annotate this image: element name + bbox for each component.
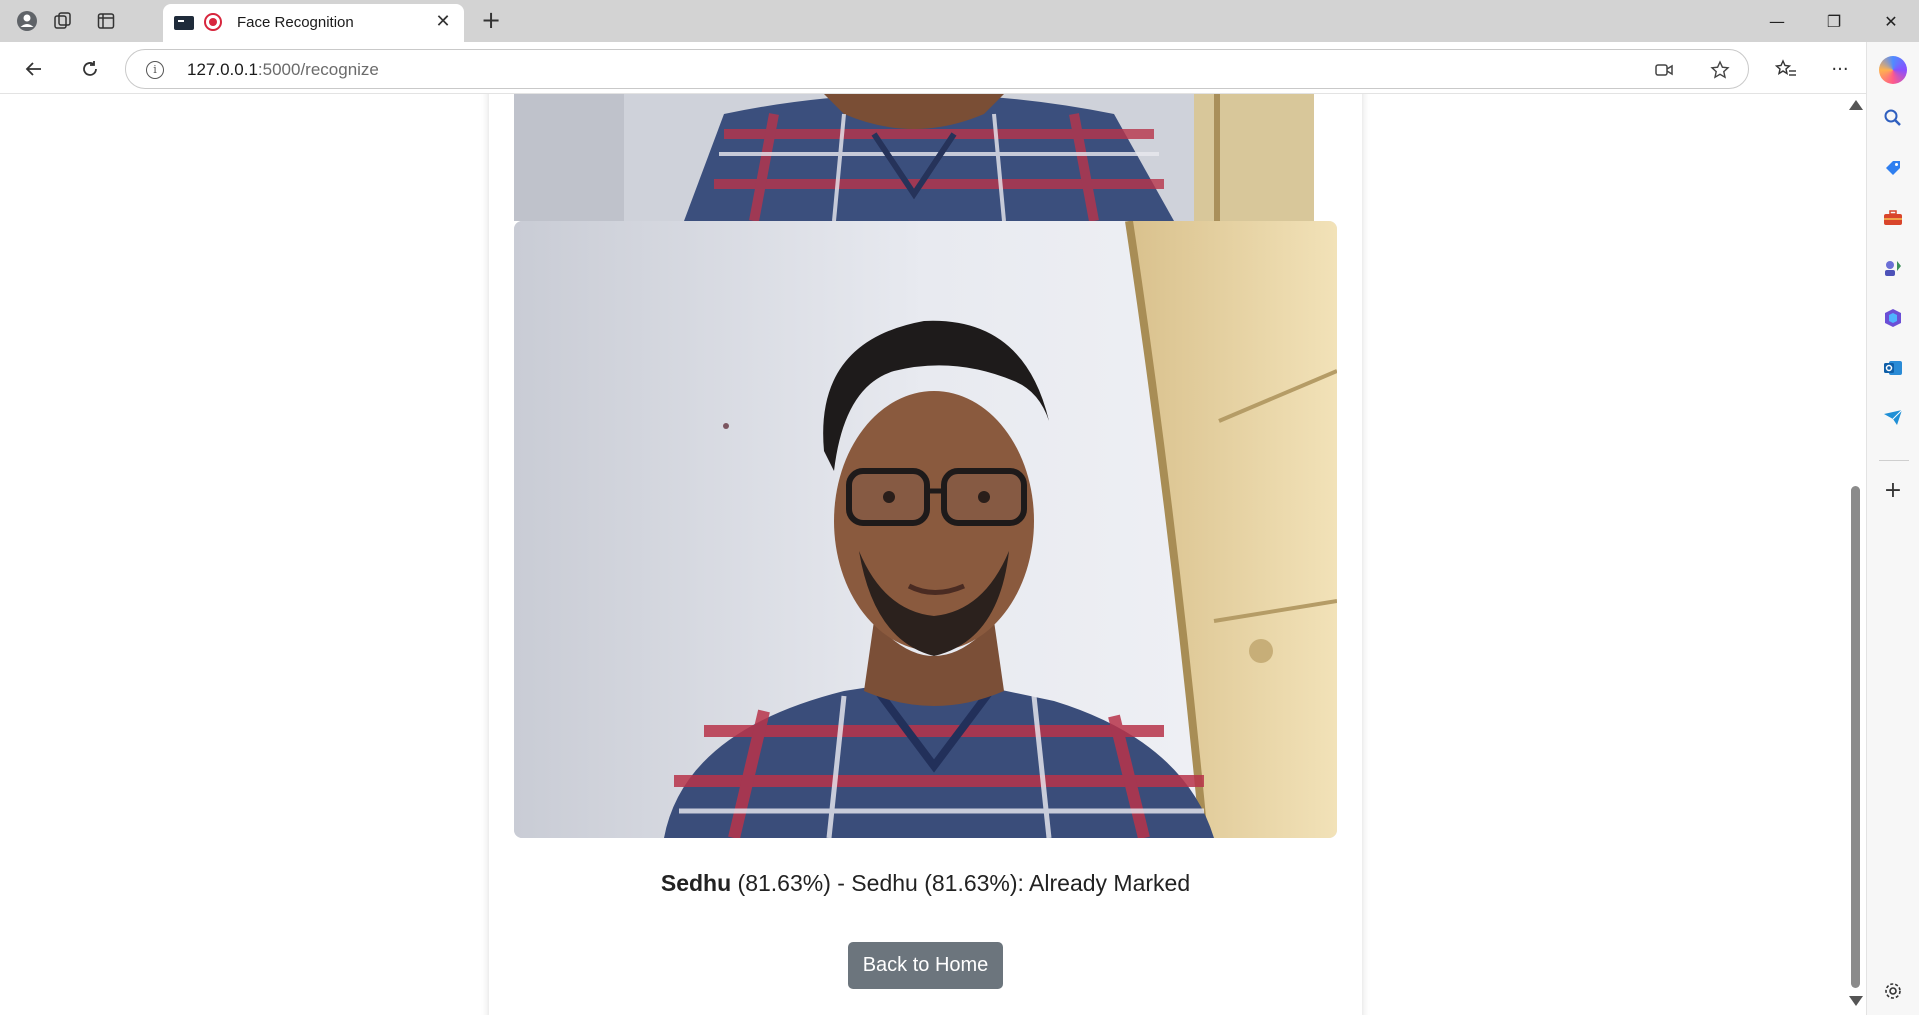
scrollbar-thumb[interactable] (1851, 486, 1860, 988)
outlook-icon[interactable] (1879, 354, 1907, 382)
edge-sidebar: + (1866, 42, 1919, 1015)
office-icon[interactable] (1879, 304, 1907, 332)
tag-icon[interactable] (1879, 154, 1907, 182)
tab-close-icon[interactable]: ✕ (432, 11, 454, 33)
captured-frame-previous (514, 94, 1314, 221)
favorites-icon[interactable] (1770, 53, 1802, 85)
camera-icon[interactable] (1652, 59, 1676, 81)
settings-icon[interactable] (1879, 977, 1907, 1005)
close-window-button[interactable]: ✕ (1863, 0, 1919, 42)
vertical-tabs-icon[interactable] (91, 6, 121, 36)
captured-frame-current (514, 221, 1337, 838)
url-text[interactable]: 127.0.0.1:5000/recognize (187, 60, 379, 80)
minimize-button[interactable]: — (1749, 0, 1805, 42)
games-icon[interactable] (1879, 254, 1907, 282)
add-icon[interactable]: + (1879, 476, 1907, 504)
recognition-detail: (81.63%) - Sedhu (81.63%): Already Marke… (731, 870, 1191, 896)
reload-icon[interactable] (74, 53, 106, 85)
address-bar[interactable]: i 127.0.0.1:5000/recognize (125, 49, 1749, 89)
browser-tab-bar: Face Recognition ✕ + — ❐ ✕ (0, 0, 1919, 42)
restore-button[interactable]: ❐ (1806, 0, 1862, 42)
workspaces-icon[interactable] (48, 6, 78, 36)
url-host: 127.0.0.1 (187, 60, 258, 79)
scroll-down-icon[interactable] (1849, 996, 1863, 1006)
sidebar-divider (1879, 460, 1909, 461)
back-arrow-icon[interactable] (18, 53, 50, 85)
url-path: :5000/recognize (257, 60, 379, 79)
recording-icon (204, 13, 222, 31)
scroll-up-icon[interactable] (1849, 100, 1863, 110)
page-viewport: Sedhu (81.63%) - Sedhu (81.63%): Already… (0, 94, 1866, 1015)
favorite-star-icon[interactable] (1708, 59, 1732, 81)
copilot-icon[interactable] (1879, 56, 1907, 84)
browser-toolbar: i 127.0.0.1:5000/recognize ··· (0, 42, 1919, 94)
tab-title: Face Recognition (237, 14, 354, 31)
active-tab[interactable]: Face Recognition ✕ (163, 4, 464, 42)
search-icon[interactable] (1879, 104, 1907, 132)
back-to-home-button[interactable]: Back to Home (848, 942, 1003, 989)
recognition-result: Sedhu (81.63%) - Sedhu (81.63%): Already… (489, 870, 1362, 897)
recognized-name: Sedhu (660, 870, 732, 896)
terminal-icon (174, 16, 194, 30)
send-icon[interactable] (1879, 404, 1907, 432)
new-tab-button[interactable]: + (476, 6, 506, 36)
briefcase-icon[interactable] (1879, 204, 1907, 232)
site-info-icon[interactable]: i (146, 61, 164, 79)
more-options-icon[interactable]: ··· (1824, 53, 1856, 85)
profile-icon[interactable] (12, 6, 42, 36)
